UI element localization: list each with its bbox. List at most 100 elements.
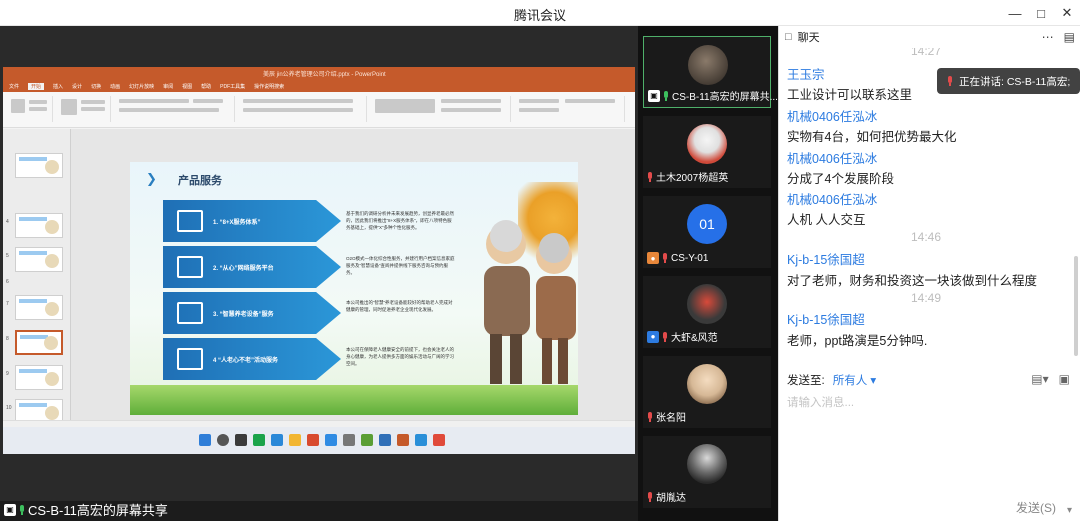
send-to-label: 发送至: (787, 375, 825, 387)
ppt-tab: 设计 (72, 84, 83, 90)
slide-thumb[interactable] (15, 295, 63, 320)
edge-icon (271, 434, 283, 446)
chat-scrollbar[interactable] (1074, 256, 1078, 356)
folder-icon (289, 434, 301, 446)
activity-icon (177, 348, 203, 370)
message-sender: 机械0406任泓冰 (787, 152, 878, 166)
send-button[interactable]: 发送(S) (1016, 499, 1056, 516)
ppt-tab: 操作说明搜索 (254, 84, 285, 90)
service-item: 2. “从心”网络服务平台 (163, 246, 341, 288)
message-timestamp: 14:46 (910, 230, 942, 244)
mic-muted-icon (647, 491, 653, 502)
collapse-panel-icon[interactable]: ▤ (1064, 30, 1075, 44)
message-sender: 王玉宗 (787, 68, 825, 82)
service-label: 4 “人老心不老”活动服务 (213, 357, 279, 364)
app-icon (253, 434, 265, 446)
slide-number: 5 (6, 253, 9, 259)
share-label: ▣ CS-B-11高宏的屏幕共享 (4, 500, 168, 519)
app-icon (343, 434, 355, 446)
message-sender: Kj-b-15徐国超 (787, 253, 865, 267)
participant-tile[interactable]: 张名阳 (643, 356, 771, 428)
title-bar: 腾讯会议 — □ ✕ (0, 0, 1080, 26)
windows-start-icon (199, 434, 211, 446)
document-icon (177, 256, 203, 278)
participant-tile[interactable]: 01 ● CS-Y-01 (643, 196, 771, 268)
current-slide: ❯ 产品服务 1. “8+X服务体系” 基于我们的调研分析并未来发展趋势，创显养… (130, 162, 578, 415)
slide-title: 产品服务 (178, 175, 222, 187)
mic-muted-icon (647, 171, 653, 182)
minimize-icon[interactable]: — (1002, 0, 1028, 26)
slide-number: 6 (6, 279, 9, 285)
service-item: 4 “人老心不老”活动服务 (163, 338, 341, 380)
mic-icon (19, 504, 25, 515)
chat-header: □ 聊天 ⋯ ▤ (779, 26, 1080, 48)
participant-tile[interactable]: 胡胤达 (643, 436, 771, 508)
participant-name: 大虾&风范 (671, 333, 718, 344)
slide-number: 4 (6, 219, 9, 225)
user-icon: ● (647, 330, 659, 343)
file-icon[interactable]: ▤▾ (1031, 372, 1048, 386)
participant-tile[interactable]: 土木2007杨超英 (643, 116, 771, 188)
chat-title: 聊天 (797, 32, 820, 44)
window-title: 腾讯会议 (513, 8, 566, 23)
participant-tile[interactable]: ▣ CS-B-11高宏的屏幕共... (643, 36, 778, 108)
message-text: 老师，ppt路演是5分钟吗. (787, 334, 928, 348)
message-sender: 机械0406任泓冰 (787, 193, 878, 207)
message-timestamp: 14:27 (910, 48, 942, 58)
share-label-bar: ▣ CS-B-11高宏的屏幕共享 (0, 501, 638, 521)
windows-taskbar (3, 427, 635, 454)
ppt-tab: 动画 (110, 84, 121, 90)
share-label-text: CS-B-11高宏的屏幕共享 (28, 503, 168, 518)
slide-thumb-selected[interactable] (15, 330, 63, 355)
service-item: 3. “智慧养老设备”服务 (163, 292, 341, 334)
maximize-icon[interactable]: □ (1028, 0, 1054, 26)
chevron-down-icon[interactable]: ▾ (1067, 505, 1072, 516)
slide-thumb[interactable] (15, 247, 63, 272)
ppt-tab: 插入 (53, 84, 64, 90)
ppt-tab: 幻灯片放映 (129, 84, 155, 90)
app-icon (433, 434, 445, 446)
participant-name: 张名阳 (656, 413, 686, 424)
ppt-tab: 视图 (182, 84, 193, 90)
service-label: 1. “8+X服务体系” (213, 219, 261, 226)
ppt-tab: 切换 (91, 84, 102, 90)
speaking-indicator: 正在讲话: CS-B-11高宏; (937, 68, 1080, 94)
ppt-tab: 文件 (9, 84, 20, 90)
send-to-row: 发送至: 所有人 ▾ (787, 372, 876, 388)
screenshot-icon[interactable]: ▣ (1059, 372, 1070, 386)
slide-thumb[interactable] (15, 153, 63, 178)
participant-tile[interactable]: ● 大虾&风范 (643, 276, 771, 348)
app-icon (415, 434, 427, 446)
mic-icon (663, 90, 669, 101)
speaking-label: 正在讲话: CS-B-11高宏; (959, 75, 1071, 88)
message-timestamp: 14:49 (910, 291, 942, 305)
app-icon (325, 434, 337, 446)
avatar (688, 45, 728, 85)
send-to-select[interactable]: 所有人 ▾ (833, 372, 876, 388)
ppt-titlebar: 美辰 jin公养老管理公司介绍.pptx - PowerPoint (3, 67, 635, 81)
chat-message-list[interactable]: 14:27 王玉宗 工业设计可以联系这里 机械0406任泓冰 实物有4台，如何把… (779, 48, 1073, 378)
avatar-initials: 01 (687, 204, 727, 244)
slide-number: 10 (6, 405, 12, 411)
slide-thumb[interactable] (15, 365, 63, 390)
message-text: 对了老师，财务和投资这一块该做到什么程度 (787, 274, 1038, 288)
chat-panel: □ 聊天 ⋯ ▤ 14:27 王玉宗 工业设计可以联系这里 机械0406任泓冰 … (778, 26, 1080, 521)
ppt-tab: PDF工具集 (220, 84, 246, 90)
message-text: 工业设计可以联系这里 (787, 88, 913, 102)
user-icon: ● (647, 252, 659, 264)
participant-name: CS-Y-01 (671, 252, 709, 264)
message-input[interactable]: 请输入消息... (787, 394, 854, 410)
slide-thumb[interactable] (15, 213, 63, 238)
chat-bubble-icon: □ (785, 31, 792, 43)
avatar (687, 444, 727, 484)
mic-muted-icon (662, 331, 668, 342)
message-text: 人机 人人交互 (787, 213, 866, 227)
close-icon[interactable]: ✕ (1054, 0, 1080, 26)
ppt-ribbon (3, 92, 635, 128)
slide-number: 8 (6, 336, 9, 342)
more-options-icon[interactable]: ⋯ (1042, 30, 1054, 44)
ppt-tab: 帮助 (201, 84, 212, 90)
office-icon (307, 434, 319, 446)
slide-number: 9 (6, 371, 9, 377)
participant-video-column: ▣ CS-B-11高宏的屏幕共... 土木2007杨超英 01 ● CS-Y-0… (638, 26, 778, 521)
